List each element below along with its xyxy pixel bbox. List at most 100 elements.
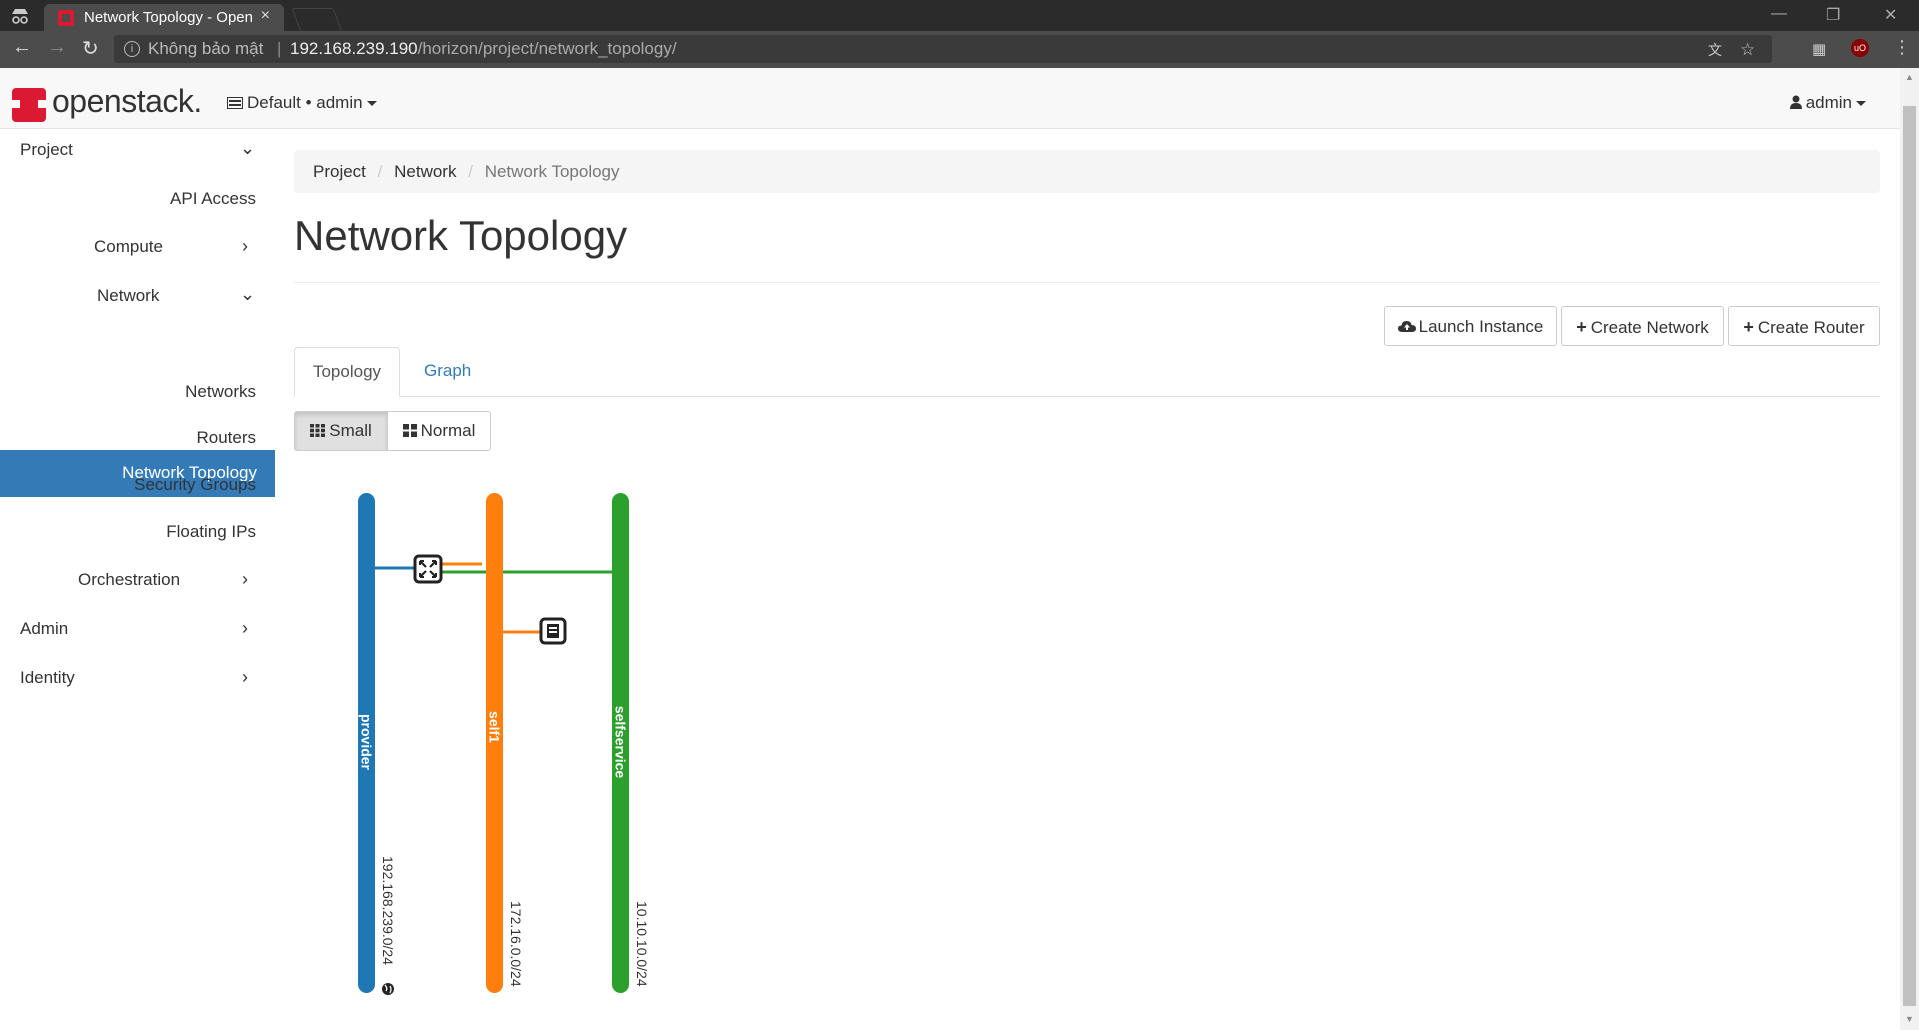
sidebar-item-orchestration[interactable]: Orchestration: [78, 558, 180, 602]
sidebar-item-label: Identity: [20, 668, 75, 687]
breadcrumb-project[interactable]: Project: [313, 150, 366, 193]
breadcrumb-separator: /: [468, 162, 473, 181]
router-icon[interactable]: [413, 554, 443, 584]
user-menu[interactable]: admin: [1789, 93, 1866, 113]
sidebar-item-label: Admin: [20, 619, 69, 638]
small-view-toggle[interactable]: Small: [294, 411, 388, 451]
create-router-button[interactable]: + Create Router: [1728, 306, 1880, 346]
plus-icon: +: [1743, 317, 1754, 337]
scrollbar-thumb[interactable]: [1903, 106, 1916, 1006]
user-name: admin: [1805, 93, 1852, 112]
network-selfservice-cidr: 10.10.10.0/24: [634, 901, 650, 987]
cast-icon[interactable]: ▦: [1812, 40, 1826, 58]
tab-graph[interactable]: Graph: [424, 347, 471, 397]
sidebar-item-routers[interactable]: Routers: [196, 416, 256, 460]
sidebar-item-label: Compute: [94, 237, 163, 256]
create-router-label: Create Router: [1757, 318, 1865, 337]
scroll-up-arrow-icon[interactable]: ▲: [1905, 72, 1914, 82]
minimize-icon[interactable]: —: [1771, 5, 1787, 23]
ublock-extension-icon[interactable]: uO: [1851, 39, 1869, 57]
chevron-right-icon[interactable]: ›: [242, 667, 248, 688]
chevron-down-icon[interactable]: ⌄: [240, 284, 255, 305]
breadcrumb-network[interactable]: Network: [394, 150, 456, 193]
sidebar-item-compute[interactable]: Compute: [94, 225, 163, 269]
launch-instance-button[interactable]: Launch Instance: [1384, 306, 1557, 346]
forward-arrow-icon[interactable]: →: [47, 36, 67, 59]
info-icon[interactable]: i: [124, 41, 140, 57]
cloud-upload-icon: [1397, 321, 1416, 332]
project-switcher-label: Default • admin: [247, 93, 363, 112]
chevron-down-icon[interactable]: ⌄: [240, 138, 255, 159]
chrome-menu-icon[interactable]: ⋮: [1893, 37, 1911, 58]
address-bar[interactable]: i Không bảo mật | 192.168.239.190/horizo…: [114, 35, 1772, 63]
breadcrumb-separator: /: [377, 162, 383, 181]
instance-icon[interactable]: [539, 617, 567, 645]
project-icon: [227, 97, 243, 109]
sidebar-item-label: API Access: [170, 189, 256, 208]
plus-icon: +: [1576, 317, 1587, 337]
launch-instance-label: Launch Instance: [1418, 317, 1544, 336]
sidebar-item-api-access[interactable]: API Access: [170, 177, 256, 221]
incognito-icon: [12, 9, 28, 24]
breadcrumb: Project / Network / Network Topology: [294, 150, 1880, 193]
network-selfservice[interactable]: selfservice 10.10.10.0/24: [612, 493, 650, 993]
chevron-down-icon: [366, 101, 377, 107]
tab-close-icon[interactable]: ×: [261, 7, 270, 25]
small-view-label: Small: [329, 421, 372, 440]
create-network-label: Create Network: [1590, 318, 1709, 337]
chevron-right-icon[interactable]: ›: [242, 618, 248, 639]
security-label: Không bảo mật: [148, 39, 264, 58]
network-provider-name: provider: [359, 714, 375, 771]
network-self1-bar[interactable]: [486, 493, 503, 993]
page-title: Network Topology: [294, 212, 628, 259]
network-self1-cidr: 172.16.0.0/24: [508, 901, 524, 987]
sidebar-item-label: Routers: [196, 428, 256, 447]
network-topology-canvas[interactable]: provider 192.168.239.0/24 self1 172.16.0…: [294, 470, 1094, 1010]
page-scrollbar[interactable]: ▲ ▼: [1900, 68, 1919, 1030]
url-path: /horizon/project/network_topology/: [417, 39, 677, 58]
browser-toolbar: ← → ↻ i Không bảo mật | 192.168.239.190/…: [0, 31, 1919, 68]
new-tab-button[interactable]: [291, 8, 343, 32]
reload-icon[interactable]: ↻: [82, 36, 99, 61]
url-separator: |: [277, 39, 282, 58]
sidebar-item-label: Orchestration: [78, 570, 181, 589]
sidebar-item-label: Project: [20, 140, 73, 159]
close-window-icon[interactable]: ✕: [1884, 5, 1897, 25]
sidebar-item-security-groups[interactable]: Security Groups: [134, 463, 256, 507]
translate-icon[interactable]: 文: [1708, 40, 1722, 60]
globe-icon: [382, 983, 394, 995]
sidebar-item-floating-ips[interactable]: Floating IPs: [166, 510, 256, 554]
network-self1-name: self1: [487, 711, 503, 743]
sidebar-item-networks[interactable]: Networks: [185, 370, 256, 414]
network-selfservice-name: selfservice: [613, 706, 629, 779]
sidebar-item-project[interactable]: Project: [20, 128, 73, 172]
chevron-right-icon[interactable]: ›: [242, 569, 248, 590]
openstack-logo-icon[interactable]: [12, 88, 46, 122]
sidebar-item-label: Networks: [185, 382, 256, 401]
breadcrumb-current: Network Topology: [484, 162, 620, 181]
chevron-right-icon[interactable]: ›: [242, 236, 248, 257]
bookmark-star-icon[interactable]: ☆: [1740, 40, 1755, 60]
scroll-down-arrow-icon[interactable]: ▼: [1905, 1014, 1914, 1024]
browser-tab-bar: Network Topology - Openstack × — ❐ ✕: [0, 0, 1919, 32]
network-provider-cidr: 192.168.239.0/24: [380, 856, 396, 965]
maximize-icon[interactable]: ❐: [1826, 5, 1840, 25]
openstack-logo-text[interactable]: openstack.: [52, 83, 202, 120]
url-host: 192.168.239.190: [290, 39, 418, 58]
project-switcher[interactable]: Default • admin: [227, 93, 377, 113]
sidebar-item-admin[interactable]: Admin: [20, 607, 68, 651]
normal-view-label: Normal: [420, 421, 476, 440]
create-network-button[interactable]: + Create Network: [1561, 306, 1724, 346]
horizon-header: openstack. Default • admin admin: [0, 68, 1900, 129]
grid-large-icon: [402, 424, 417, 437]
tab-topology[interactable]: Topology: [294, 347, 400, 397]
sidebar-item-network[interactable]: Network: [97, 274, 159, 318]
network-self1[interactable]: self1 172.16.0.0/24: [486, 493, 524, 993]
sidebar-item-identity[interactable]: Identity: [20, 656, 75, 700]
sidebar-item-label: Security Groups: [134, 475, 256, 494]
normal-view-toggle[interactable]: Normal: [387, 411, 491, 451]
browser-tab[interactable]: Network Topology - Openstack ×: [44, 4, 284, 31]
user-icon: [1789, 95, 1802, 109]
back-arrow-icon[interactable]: ←: [12, 36, 32, 59]
sidebar-item-label: Floating IPs: [166, 522, 256, 541]
